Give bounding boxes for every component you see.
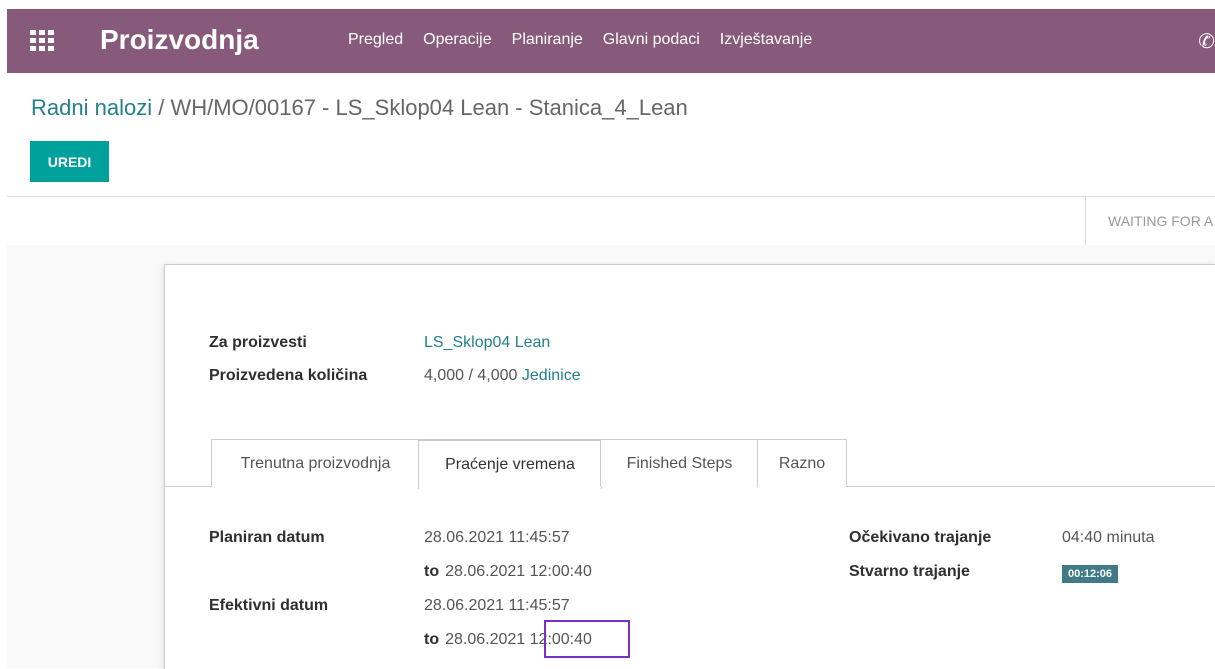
highlight-box [544, 620, 630, 658]
breadcrumb: Radni nalozi / WH/MO/00167 - LS_Sklop04 … [31, 95, 688, 121]
apps-grid-icon[interactable] [30, 30, 54, 52]
planned-end: 28.06.2021 12:00:40 [445, 563, 592, 580]
breadcrumb-separator: / [158, 95, 165, 120]
status-stage[interactable]: WAITING FOR A [1085, 197, 1215, 245]
to-label: to [424, 563, 440, 580]
breadcrumb-parent[interactable]: Radni nalozi [31, 95, 152, 120]
edit-button[interactable]: UREDI [30, 141, 109, 182]
menu-item-glavni-podaci[interactable]: Glavni podaci [603, 31, 700, 49]
menu-item-planiranje[interactable]: Planiranje [512, 31, 583, 49]
product-label: Za proizvesti [209, 334, 307, 351]
tab-finished-steps[interactable]: Finished Steps [600, 439, 759, 487]
real-duration-label: Stvarno trajanje [849, 563, 970, 580]
effective-end-date: 28.06.2021 [445, 631, 526, 648]
product-link[interactable]: LS_Sklop04 Lean [424, 334, 550, 352]
menu-item-izvjestavanje[interactable]: Izvještavanje [720, 31, 813, 49]
planned-start: 28.06.2021 11:45:57 [424, 529, 570, 546]
effective-start: 28.06.2021 11:45:57 [424, 597, 570, 614]
breadcrumb-current: WH/MO/00167 - LS_Sklop04 Lean - Stanica_… [170, 95, 688, 120]
expected-duration-value: 04:40 minuta [1062, 529, 1155, 546]
planned-date-label: Planiran datum [209, 529, 325, 546]
to-label: to [424, 631, 440, 648]
status-bar: WAITING FOR A [7, 196, 1215, 246]
tab-pracenje-vremena[interactable]: Praćenje vremena [418, 439, 602, 489]
quantity-value: 4,000 / 4,000 Jedinice [424, 367, 581, 385]
top-navbar: Proizvodnja Pregled Operacije Planiranje… [7, 9, 1215, 73]
real-duration-badge: 00:12:06 [1062, 565, 1119, 583]
form-sheet: Za proizvesti LS_Sklop04 Lean Proizveden… [164, 264, 1215, 669]
quantity-produced: 4,000 [424, 367, 465, 384]
main-menu: Pregled Operacije Planiranje Glavni poda… [348, 31, 832, 49]
planned-end-row: to 28.06.2021 12:00:40 [424, 563, 592, 581]
tab-razno[interactable]: Razno [757, 439, 847, 487]
expected-duration-label: Očekivano trajanje [849, 529, 992, 546]
app-title[interactable]: Proizvodnja [100, 24, 259, 56]
menu-item-pregled[interactable]: Pregled [348, 31, 403, 49]
menu-item-operacije[interactable]: Operacije [423, 31, 491, 49]
effective-date-label: Efektivni datum [209, 597, 329, 614]
quantity-uom-link[interactable]: Jedinice [522, 367, 581, 384]
tab-trenutna-proizvodnja[interactable]: Trenutna proizvodnja [211, 439, 420, 487]
quantity-separator: / [468, 367, 473, 384]
quantity-total: 4,000 [477, 367, 518, 384]
quantity-label: Proizvedena količina [209, 367, 368, 384]
phone-icon[interactable]: ✆ [1198, 29, 1215, 54]
